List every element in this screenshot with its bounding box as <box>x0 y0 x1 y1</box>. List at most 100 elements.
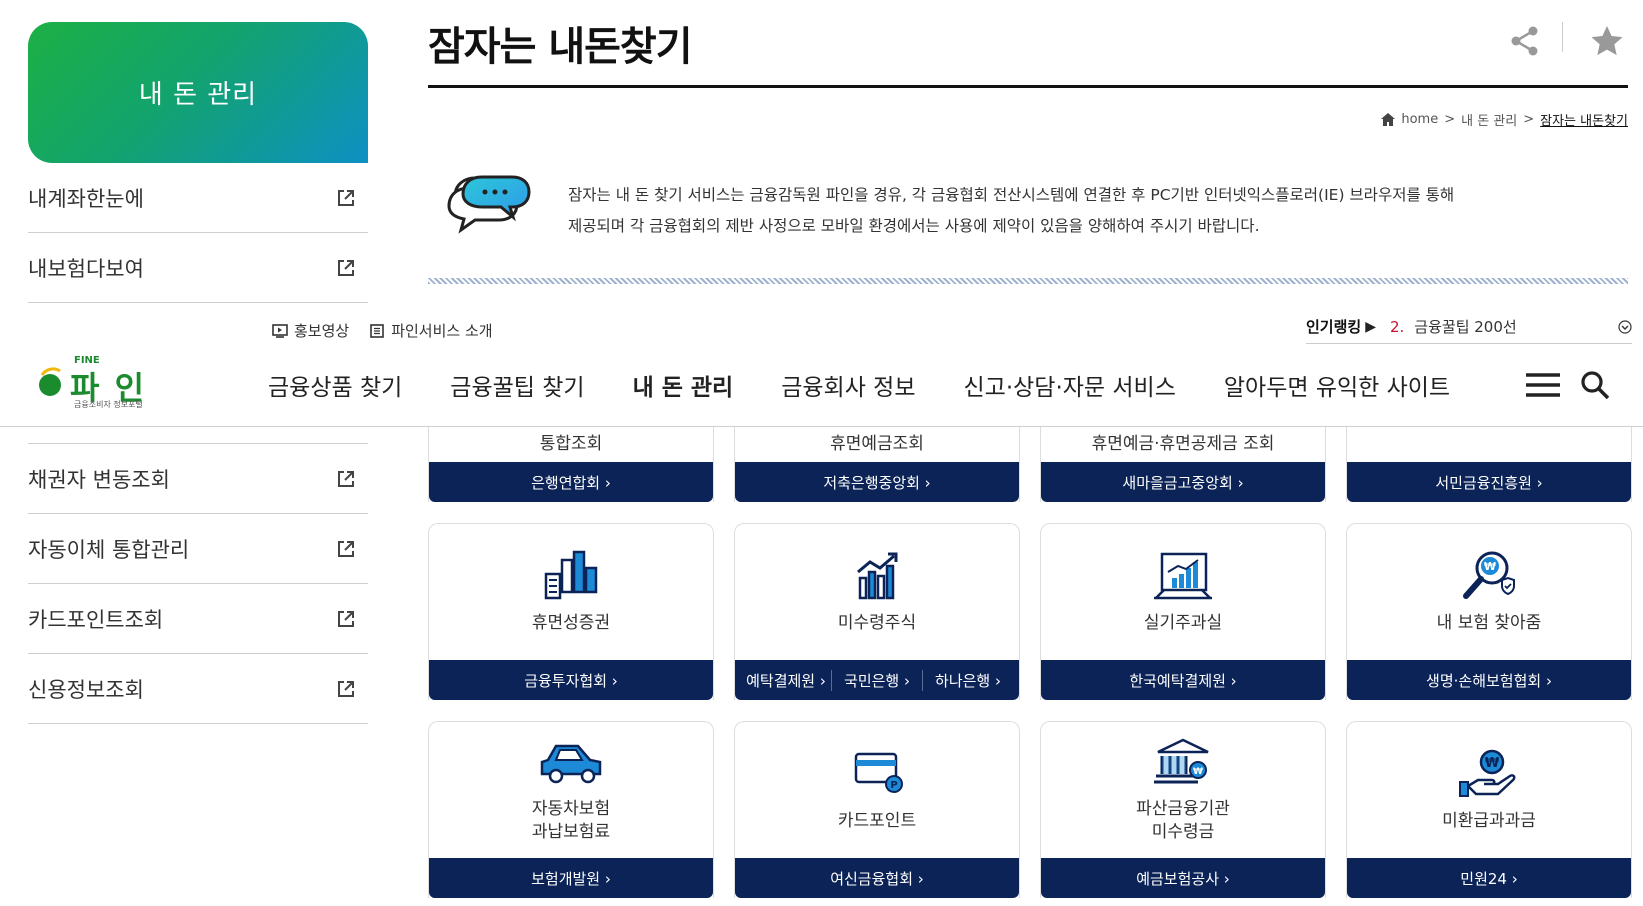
notice-line: 잠자는 내 돈 찾기 서비스는 금융감독원 파인을 경유, 각 금융협회 전산시… <box>568 186 1455 204</box>
sidebar-item-label: 채권자 변동조회 <box>28 467 170 492</box>
card-link-button[interactable]: 민원24 › <box>1347 858 1631 898</box>
breadcrumb-level1[interactable]: 내 돈 관리 <box>1461 110 1517 129</box>
sidebar-item-label: 내보험다보여 <box>28 256 144 281</box>
breadcrumb: home > 내 돈 관리 > 잠자는 내돈찾기 <box>1381 110 1628 129</box>
sidebar: 내 돈 관리 내계좌한눈에 내보험다보여 <box>28 22 368 303</box>
sidebar-title: 내 돈 관리 <box>138 80 258 110</box>
sidebar-item-creditor-change[interactable]: 채권자 변동조회 <box>28 444 368 514</box>
sidebar-item-card-points[interactable]: 카드포인트조회 <box>28 584 368 654</box>
share-icon[interactable] <box>1508 24 1542 58</box>
util-service-intro[interactable]: 파인서비스 소개 <box>369 320 493 341</box>
svg-text:₩: ₩ <box>1485 756 1500 771</box>
page-title: 잠자는 내돈찾기 <box>428 24 693 70</box>
util-label: 파인서비스 소개 <box>391 322 493 340</box>
card-link-button[interactable]: 예탁결제원 › <box>741 669 832 691</box>
breadcrumb-home[interactable]: home <box>1401 112 1438 127</box>
credit-card-icon: P <box>854 752 903 793</box>
card-link-button[interactable]: 새마을금고중앙회 › <box>1041 462 1325 502</box>
service-card: 휴면예금조회 저축은행중앙회 › <box>734 427 1020 502</box>
card-label: 휴면예금조회 <box>830 434 924 454</box>
home-icon <box>1381 113 1396 126</box>
service-card: 미수령주식 예탁결제원 › 국민은행 › 하나은행 › <box>734 523 1020 700</box>
popular-ranking[interactable]: 인기랭킹 ▶ 2. 금융꿀팁 200선 <box>1306 316 1632 344</box>
notice-line: 제공되며 각 금융협회의 제반 사정으로 모바일 환경에서는 사용에 제약이 있… <box>568 217 1260 235</box>
breadcrumb-separator: > <box>1523 112 1535 127</box>
main-navigation: 금융상품 찾기 금융꿀팁 찾기 내 돈 관리 금융회사 정보 신고·상담·자문 … <box>268 368 1450 402</box>
card-link-button[interactable]: 금융투자협회 › <box>429 660 713 700</box>
service-card: 실기주과실 한국예탁결제원 › <box>1040 523 1326 700</box>
fine-logo[interactable]: FINE 파 인 금융소비자 정보포털 <box>36 355 156 411</box>
card-link-button[interactable]: 보험개발원 › <box>429 858 713 898</box>
card-link-button[interactable]: 국민은행 › <box>832 669 923 691</box>
star-icon[interactable] <box>1590 24 1624 58</box>
service-card: 통합조회 은행연합회 › <box>428 427 714 502</box>
bank-icon: ₩ <box>1154 738 1209 784</box>
sidebar-item-auto-transfer[interactable]: 자동이체 통합관리 <box>28 514 368 584</box>
external-link-icon <box>338 470 354 487</box>
gnb-item-useful-sites[interactable]: 알아두면 유익한 사이트 <box>1224 368 1450 402</box>
chevron-down-icon[interactable] <box>1618 319 1632 334</box>
card-label: 카드포인트 <box>837 810 917 831</box>
gnb-item-my-money[interactable]: 내 돈 관리 <box>633 368 734 402</box>
building-chart-icon <box>544 550 598 599</box>
card-label: 내 보험 찾아줌 <box>1436 612 1542 633</box>
video-icon <box>272 323 288 338</box>
sidebar-item-my-insurance[interactable]: 내보험다보여 <box>28 233 368 303</box>
gnb-item-tips[interactable]: 금융꿀팁 찾기 <box>450 368 584 402</box>
card-link-button[interactable]: 여신금융협회 › <box>735 858 1019 898</box>
card-link-button[interactable]: 저축은행중앙회 › <box>735 462 1019 502</box>
external-link-icon <box>338 680 354 697</box>
svg-text:₩: ₩ <box>1193 767 1203 777</box>
svg-text:P: P <box>890 780 897 791</box>
sidebar-item-label: 내계좌한눈에 <box>28 186 144 211</box>
ranking-label: 인기랭킹 <box>1306 318 1362 336</box>
sidebar-item-label: 카드포인트조회 <box>28 607 164 632</box>
card-link-button[interactable]: 은행연합회 › <box>429 462 713 502</box>
speech-bubbles-icon <box>447 175 531 234</box>
breadcrumb-separator: > <box>1444 112 1456 127</box>
external-link-icon <box>338 259 354 276</box>
hand-coin-icon: ₩ <box>1459 749 1516 797</box>
card-label: 휴면예금·휴면공제금 조회 <box>1091 434 1275 454</box>
title-divider <box>428 85 1628 88</box>
search-icon[interactable] <box>1580 370 1610 400</box>
svg-text:₩: ₩ <box>1484 560 1496 573</box>
card-label: 휴면성증권 <box>531 612 611 633</box>
card-link-button[interactable]: 예금보험공사 › <box>1041 858 1325 898</box>
service-card: 휴면예금·휴면공제금 조회 새마을금고중앙회 › <box>1040 427 1326 502</box>
util-promo-video[interactable]: 홍보영상 <box>272 320 349 341</box>
sidebar-list-top: 내계좌한눈에 내보험다보여 <box>28 163 368 303</box>
toolbar-divider <box>1562 22 1563 52</box>
service-card: 휴면성증권 금융투자협회 › <box>428 523 714 700</box>
board-chart-icon <box>1154 552 1212 599</box>
ranking-arrow: ▶ <box>1365 318 1376 335</box>
sidebar-item-label: 자동이체 통합관리 <box>28 537 190 562</box>
card-label: 미수령주식 <box>837 612 917 633</box>
hatched-divider <box>428 278 1628 284</box>
service-notice: 잠자는 내 돈 찾기 서비스는 금융감독원 파인을 경유, 각 금융협회 전산시… <box>568 180 1618 242</box>
sidebar-item-label: 신용정보조회 <box>28 677 144 702</box>
hamburger-menu-icon[interactable] <box>1526 372 1560 398</box>
card-label: 실기주과실 <box>1143 612 1223 633</box>
document-icon <box>370 323 385 338</box>
card-link-button[interactable]: 서민금융진흥원 › <box>1347 462 1631 502</box>
gnb-item-report-consult[interactable]: 신고·상담·자문 서비스 <box>964 368 1176 402</box>
sidebar-item-credit-info[interactable]: 신용정보조회 <box>28 654 368 724</box>
ranking-text: 금융꿀팁 200선 <box>1414 318 1517 336</box>
breadcrumb-current[interactable]: 잠자는 내돈찾기 <box>1540 110 1628 129</box>
gnb-item-company-info[interactable]: 금융회사 정보 <box>781 368 915 402</box>
external-link-icon <box>338 189 354 206</box>
card-label: 미환급과과금 <box>1442 810 1536 831</box>
utility-links: 홍보영상 파인서비스 소개 <box>272 320 493 341</box>
card-link-button[interactable]: 하나은행 › <box>923 670 1013 691</box>
card-label: 자동차보험 과납보험료 <box>531 799 611 842</box>
sidebar-item-my-accounts[interactable]: 내계좌한눈에 <box>28 163 368 233</box>
sidebar-list-bottom: 채권자 변동조회 자동이체 통합관리 카드포인트조회 신용정보조회 <box>28 443 368 724</box>
external-link-icon <box>338 540 354 557</box>
card-link-button[interactable]: 생명·손해보험협회 › <box>1347 660 1631 700</box>
sidebar-header: 내 돈 관리 <box>28 22 368 163</box>
gnb-item-products[interactable]: 금융상품 찾기 <box>268 368 402 402</box>
card-label: 파산금융기관 미수령금 <box>1136 799 1230 842</box>
car-icon <box>540 744 602 784</box>
card-link-button[interactable]: 한국예탁결제원 › <box>1041 660 1325 700</box>
